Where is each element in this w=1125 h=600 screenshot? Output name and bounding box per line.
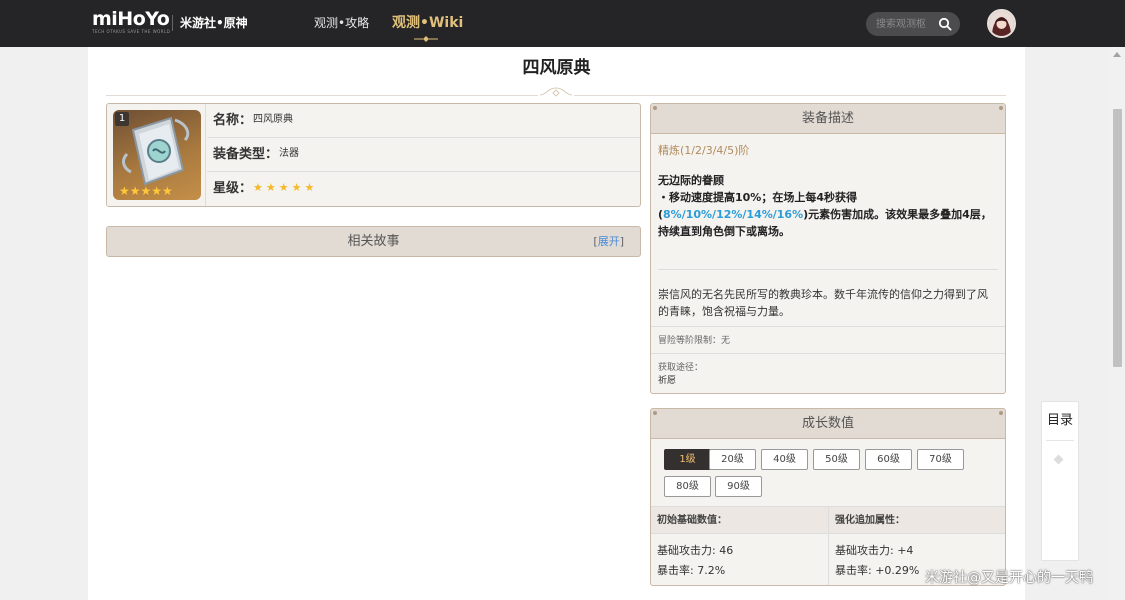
level-button-40[interactable]: 40级	[761, 449, 808, 470]
toc-diamond-icon	[1053, 454, 1064, 465]
rarity-key: 星级：	[213, 181, 253, 196]
skill-highlight-values: 16%	[776, 208, 804, 221]
corner-dot	[999, 106, 1003, 110]
logo-text: miHoYo	[92, 8, 170, 30]
skill-name: 无边际的眷顾	[658, 174, 724, 187]
mihoyo-logo[interactable]: miHoYo TECH OTAKUS SAVE THE WORLD	[92, 8, 171, 35]
weapon-lore: 崇信风的无名先民所写的教典珍本。数千年流传的信仰之力得到了风的青睐，饱含祝福与力…	[658, 288, 988, 318]
name-key: 名称：	[213, 113, 253, 128]
divider	[658, 269, 998, 270]
level-button-80[interactable]: 80级	[664, 476, 711, 497]
search-box[interactable]	[866, 12, 960, 36]
base-values-header: 初始基础数值：	[657, 515, 727, 526]
column-divider	[828, 506, 829, 585]
scroll-up-arrow-icon[interactable]	[1113, 52, 1121, 57]
avatar-portrait-icon	[989, 11, 1014, 36]
related-story-section: 相关故事 [展开]	[106, 226, 641, 257]
level-button-70[interactable]: 70级	[917, 449, 964, 470]
scrollbar-thumb[interactable]	[1113, 109, 1122, 367]
growth-values-card: 成长数值 1级 20级 40级 50级 60级 70级 80级 90级 初始基础…	[650, 408, 1006, 586]
description-title: 装备描述	[801, 111, 854, 126]
level-limit: 冒险等阶限制：无	[658, 336, 731, 346]
title-ornament-icon	[538, 85, 574, 97]
item-icon-cell: 1 ★★★★★	[107, 104, 206, 206]
bonus-attack-value: 基础攻击力: +4	[835, 544, 914, 557]
corner-dot	[653, 411, 657, 415]
weapon-rarity-stars: ★★★★★	[119, 184, 173, 198]
source-value: 祈愿	[658, 376, 677, 386]
content-panel: 四风原典 1 ★★★★★ 名称： 四风原典 装备类型： 法器 星级： ★★★★★…	[88, 47, 1025, 600]
growth-header: 成长数值	[651, 409, 1005, 439]
table-of-contents[interactable]: 目录	[1041, 401, 1079, 561]
level-button-1[interactable]: 1级	[664, 449, 711, 470]
wiki-active-ornament-icon	[414, 36, 438, 42]
level-button-50[interactable]: 50级	[813, 449, 860, 470]
toc-title[interactable]: 目录	[1042, 412, 1078, 430]
info-row-type: 装备类型： 法器	[207, 138, 640, 172]
watermark: 米游社@又是开心的一天鸭	[925, 570, 1093, 586]
page-title: 四风原典	[522, 58, 591, 78]
level-button-20[interactable]: 20级	[709, 449, 756, 470]
rarity-stars: ★★★★★	[253, 181, 318, 194]
search-icon[interactable]	[938, 17, 952, 31]
nav-wiki-link[interactable]: 观测•Wiki	[392, 13, 463, 33]
base-attack-value: 基础攻击力: 46	[657, 544, 734, 557]
top-navigation-bar: miHoYo TECH OTAKUS SAVE THE WORLD 米游社•原神…	[0, 0, 1125, 47]
bonus-values-header: 强化追加属性：	[835, 515, 905, 526]
user-avatar[interactable]	[987, 9, 1016, 38]
description-header: 装备描述	[651, 104, 1005, 134]
skill-description: ・移动速度提高10%；在场上每4秒获得(8%/10%/12%/14%/16%)元…	[658, 189, 998, 240]
info-row-name: 名称： 四风原典	[207, 104, 640, 138]
info-row-rarity: 星级： ★★★★★	[207, 172, 640, 206]
type-key: 装备类型：	[213, 147, 279, 162]
source-label: 获取途径：	[658, 363, 704, 373]
corner-dot	[653, 106, 657, 110]
refine-level-badge: 1	[115, 112, 129, 126]
story-title: 相关故事	[347, 234, 400, 249]
divider	[651, 326, 1005, 327]
expand-story-link[interactable]: [展开]	[593, 235, 624, 249]
bonus-crit-value: 暴击率: +0.29%	[835, 564, 920, 577]
growth-title: 成长数值	[801, 416, 854, 431]
logo-tagline: TECH OTAKUS SAVE THE WORLD	[92, 29, 171, 34]
search-input[interactable]	[876, 15, 934, 33]
nav-guide-link[interactable]: 观测•攻略	[314, 14, 369, 32]
skill-highlight-values: 8%/10%/12%/14%/	[663, 208, 777, 221]
bracket-close: ]	[619, 235, 624, 248]
passive-skill: 无边际的眷顾 ・移动速度提高10%；在场上每4秒获得(8%/10%/12%/14…	[658, 173, 998, 240]
toc-divider	[1046, 440, 1074, 441]
corner-dot	[999, 411, 1003, 415]
expand-label[interactable]: 展开	[598, 235, 620, 248]
logo-divider	[172, 15, 173, 31]
level-button-60[interactable]: 60级	[865, 449, 912, 470]
type-value: 法器	[279, 148, 299, 159]
level-button-90[interactable]: 90级	[715, 476, 762, 497]
refine-label: 精炼(1/2/3/4/5)阶	[658, 144, 750, 157]
item-info-card: 1 ★★★★★ 名称： 四风原典 装备类型： 法器 星级： ★★★★★	[106, 103, 641, 207]
name-value: 四风原典	[253, 114, 293, 125]
site-name-link[interactable]: 米游社•原神	[180, 14, 248, 32]
page-scrollbar[interactable]	[1110, 47, 1125, 600]
weapon-image: 1 ★★★★★	[113, 110, 201, 200]
divider	[651, 353, 1005, 354]
base-crit-value: 暴击率: 7.2%	[657, 564, 726, 577]
equipment-description-card: 装备描述 精炼(1/2/3/4/5)阶 无边际的眷顾 ・移动速度提高10%；在场…	[650, 103, 1006, 394]
